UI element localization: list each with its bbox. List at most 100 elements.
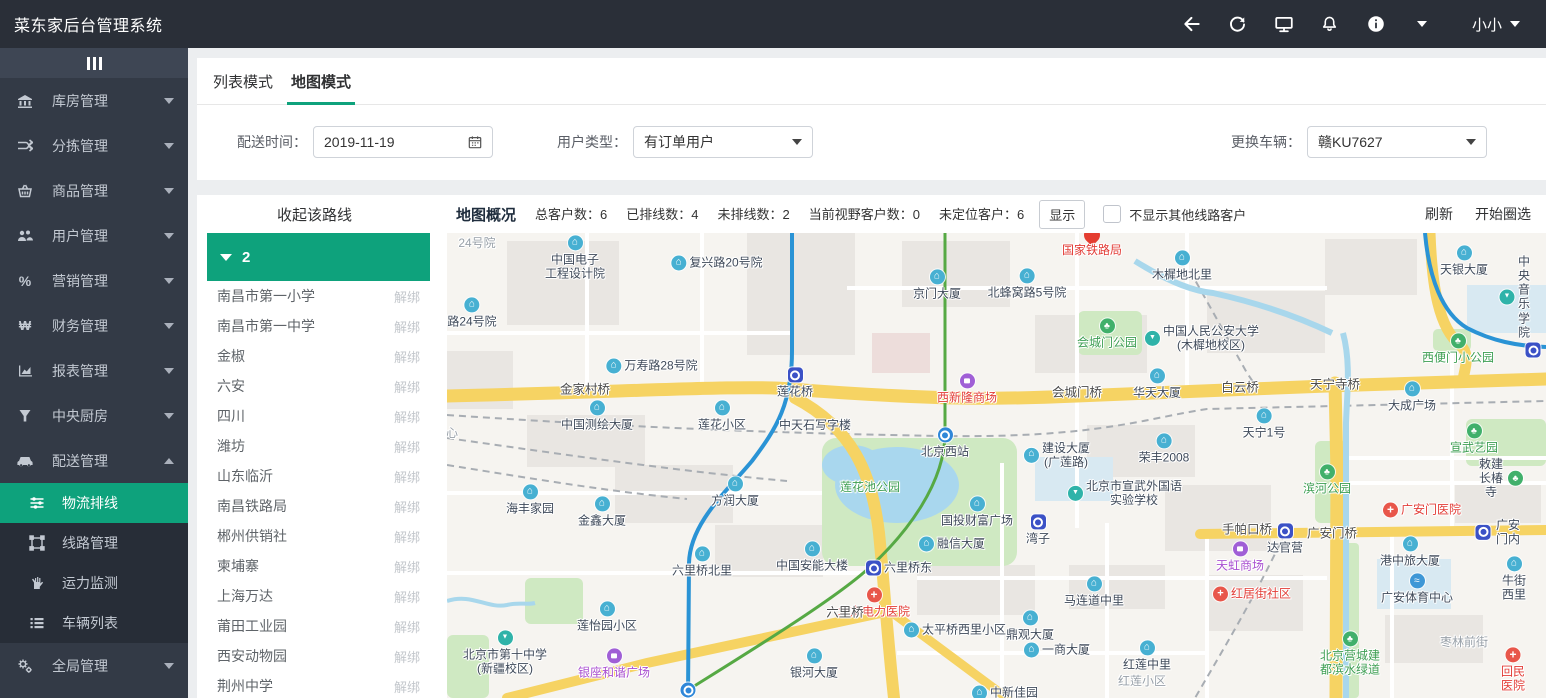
- customer-row: 六安解绑: [207, 371, 430, 401]
- route-group-header[interactable]: 2: [207, 233, 430, 281]
- unbind-button[interactable]: 解绑: [394, 437, 420, 456]
- chevron-down-icon: [164, 98, 174, 104]
- customer-name: 金椒: [217, 346, 394, 366]
- sidebar-item-users[interactable]: 用户管理: [0, 213, 188, 258]
- hide-other-routes-checkbox[interactable]: [1103, 205, 1121, 223]
- warehouse-icon: [16, 92, 34, 110]
- main-area: 列表模式 地图模式 配送时间： 2019-11-19 用户类型： 有订单用户 更…: [188, 48, 1546, 698]
- chevron-down-icon: [164, 143, 174, 149]
- delivery-date-input[interactable]: 2019-11-19: [313, 126, 493, 158]
- marketing-icon: %: [16, 272, 34, 290]
- map-stat: 未定位客户：6: [939, 207, 1024, 222]
- start-select-button[interactable]: 开始圈选: [1475, 204, 1531, 224]
- chevron-down-icon: [1466, 139, 1476, 145]
- unbind-button[interactable]: 解绑: [394, 617, 420, 636]
- user-type-value: 有订单用户: [644, 132, 792, 152]
- customer-row: 上海万达解绑: [207, 581, 430, 611]
- sorting-icon: [16, 137, 34, 155]
- customer-name: 郴州供销社: [217, 526, 394, 546]
- content-toolbar: 收起该路线 地图概况 总客户数：6已排线数：4未排线数：2当前视野客户数：0未定…: [197, 195, 1546, 233]
- unbind-button[interactable]: 解绑: [394, 677, 420, 696]
- unbind-button[interactable]: 解绑: [394, 647, 420, 666]
- customer-row: 南昌市第一小学解绑: [207, 281, 430, 311]
- sidebar-item-delivery[interactable]: 配送管理: [0, 438, 188, 483]
- refresh-map-button[interactable]: 刷新: [1425, 204, 1453, 224]
- filters-card: 列表模式 地图模式 配送时间： 2019-11-19 用户类型： 有订单用户 更…: [197, 58, 1546, 180]
- map-canvas[interactable]: 24号院中国电子 工程设计院复兴路20号院路24号院万寿路28号院金家村桥莲花桥…: [447, 233, 1546, 698]
- unbind-button[interactable]: 解绑: [394, 377, 420, 396]
- customer-name: 山东临沂: [217, 466, 394, 486]
- map-stat: 已排线数：4: [626, 207, 698, 222]
- unbind-button[interactable]: 解绑: [394, 467, 420, 486]
- unbind-button[interactable]: 解绑: [394, 407, 420, 426]
- sidebar: 库房管理 分拣管理 商品管理 用户管理 % 营销管理 ₩ 财务管理 报表管理 中…: [0, 48, 188, 698]
- unbind-button[interactable]: 解绑: [394, 557, 420, 576]
- content-card: 收起该路线 地图概况 总客户数：6已排线数：4未排线数：2当前视野客户数：0未定…: [197, 195, 1546, 698]
- sidebar-item-reports[interactable]: 报表管理: [0, 348, 188, 393]
- change-vehicle-select[interactable]: 赣KU7627: [1307, 126, 1487, 158]
- sidebar-item-global[interactable]: 全局管理: [0, 643, 188, 688]
- user-menu[interactable]: 小小: [1472, 14, 1520, 35]
- sidebar-item-sorting[interactable]: 分拣管理: [0, 123, 188, 168]
- bell-icon[interactable]: [1320, 14, 1340, 34]
- collapse-route-button[interactable]: 收起该路线: [197, 204, 432, 225]
- delivery-icon: [16, 452, 34, 470]
- app-title: 菜东家后台管理系统: [14, 12, 163, 36]
- sidebar-item-logistics-routing[interactable]: 物流排线: [0, 483, 188, 523]
- central-kitchen-icon: [16, 407, 34, 425]
- route-group-count: 2: [242, 249, 250, 266]
- sidebar-item-goods[interactable]: 商品管理: [0, 168, 188, 213]
- user-type-label: 用户类型：: [557, 132, 627, 152]
- info-icon[interactable]: [1366, 14, 1386, 34]
- sidebar-item-finance[interactable]: ₩ 财务管理: [0, 303, 188, 348]
- calendar-icon: [468, 135, 482, 149]
- route-panel: 2 南昌市第一小学解绑南昌市第一中学解绑金椒解绑六安解绑四川解绑潍坊解绑山东临沂…: [197, 233, 432, 698]
- unbind-button[interactable]: 解绑: [394, 497, 420, 516]
- customer-name: 荆州中学: [217, 676, 394, 696]
- customer-row: 山东临沂解绑: [207, 461, 430, 491]
- customer-row: 柬埔寨解绑: [207, 551, 430, 581]
- chevron-down-icon: [220, 254, 232, 261]
- customer-name: 柬埔寨: [217, 556, 394, 576]
- monitor-icon[interactable]: [1274, 14, 1294, 34]
- chevron-down-icon: [792, 139, 802, 145]
- unbind-button[interactable]: 解绑: [394, 587, 420, 606]
- chevron-down-icon: [164, 663, 174, 669]
- tab-map-mode[interactable]: 地图模式: [287, 71, 355, 104]
- tab-list-mode[interactable]: 列表模式: [209, 71, 277, 104]
- sidebar-item-vehicle-list[interactable]: 车辆列表: [0, 603, 188, 643]
- sidebar-collapse-button[interactable]: [0, 48, 188, 78]
- sidebar-item-line-management[interactable]: 线路管理: [0, 523, 188, 563]
- sidebar-item-central-kitchen[interactable]: 中央厨房: [0, 393, 188, 438]
- customer-row: 南昌铁路局解绑: [207, 491, 430, 521]
- map-stat: 总客户数：6: [535, 207, 607, 222]
- customer-row: 金椒解绑: [207, 341, 430, 371]
- triple-bar-icon: [87, 57, 90, 70]
- customer-name: 南昌铁路局: [217, 496, 394, 516]
- goods-icon: [16, 182, 34, 200]
- chevron-down-icon: [1510, 21, 1520, 27]
- unbind-button[interactable]: 解绑: [394, 527, 420, 546]
- customer-row: 四川解绑: [207, 401, 430, 431]
- change-vehicle-value: 赣KU7627: [1318, 132, 1466, 152]
- hide-other-routes-label: 不显示其他线路客户: [1129, 205, 1246, 224]
- sidebar-item-warehouse[interactable]: 库房管理: [0, 78, 188, 123]
- filter-row: 配送时间： 2019-11-19 用户类型： 有订单用户 更换车辆： 赣KU76…: [197, 122, 1546, 162]
- unbind-button[interactable]: 解绑: [394, 287, 420, 306]
- refresh-icon[interactable]: [1228, 14, 1248, 34]
- map-base-layer: [447, 233, 1546, 698]
- customer-name: 西安动物园: [217, 646, 394, 666]
- reports-icon: [16, 362, 34, 380]
- top-header: 菜东家后台管理系统 小小: [0, 0, 1546, 48]
- delivery-date-value: 2019-11-19: [324, 134, 468, 150]
- user-type-select[interactable]: 有订单用户: [633, 126, 813, 158]
- show-button[interactable]: 显示: [1039, 200, 1085, 229]
- back-arrow-icon[interactable]: [1182, 14, 1202, 34]
- chevron-down-icon[interactable]: [1412, 14, 1432, 34]
- view-mode-tabs: 列表模式 地图模式: [197, 58, 1546, 105]
- sidebar-item-capacity-monitor[interactable]: 运力监测: [0, 563, 188, 603]
- unbind-button[interactable]: 解绑: [394, 347, 420, 366]
- sidebar-item-marketing[interactable]: % 营销管理: [0, 258, 188, 303]
- unbind-button[interactable]: 解绑: [394, 317, 420, 336]
- chevron-down-icon: [164, 368, 174, 374]
